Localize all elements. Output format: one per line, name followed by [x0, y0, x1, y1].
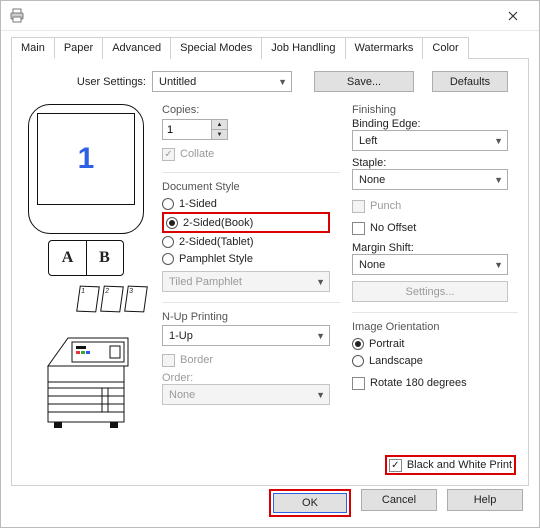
tab-watermarks[interactable]: Watermarks	[345, 37, 424, 59]
defaults-button[interactable]: Defaults	[432, 71, 508, 92]
help-button[interactable]: Help	[447, 489, 523, 511]
bw-print-checkbox[interactable]: ✓Black and White Print	[389, 457, 512, 473]
tab-main[interactable]: Main	[11, 37, 55, 59]
radio-2sided-tablet-label: 2-Sided(Tablet)	[179, 236, 254, 248]
nup-label: N-Up Printing	[162, 311, 340, 323]
ok-button[interactable]: OK	[273, 493, 347, 513]
rotate-checkbox[interactable]: Rotate 180 degrees	[352, 375, 518, 391]
user-settings-label: User Settings:	[22, 76, 152, 88]
punch-checkbox: Punch	[352, 198, 518, 214]
collate-label: Collate	[180, 148, 214, 160]
staple-label: Staple:	[352, 157, 518, 169]
user-settings-combo[interactable]: Untitled ▼	[152, 71, 292, 92]
radio-2sided-book-label: 2-Sided(Book)	[183, 217, 253, 229]
finishing-label: Finishing	[352, 104, 518, 116]
nup-value: 1-Up	[169, 330, 193, 342]
cancel-button[interactable]: Cancel	[361, 489, 437, 511]
order-label: Order:	[162, 372, 340, 384]
radio-portrait-label: Portrait	[369, 338, 404, 350]
staple-value: None	[359, 174, 385, 186]
bw-print-label: Black and White Print	[407, 459, 512, 471]
tab-special-modes[interactable]: Special Modes	[170, 37, 262, 59]
book-left: A	[49, 241, 86, 275]
chevron-down-icon: ▼	[494, 175, 503, 185]
radio-2sided-book[interactable]: 2-Sided(Book)	[166, 214, 326, 231]
margin-shift-label: Margin Shift:	[352, 242, 518, 254]
chevron-down-icon: ▼	[278, 77, 287, 87]
tab-advanced[interactable]: Advanced	[102, 37, 171, 59]
book-preview-icon: A B	[48, 240, 124, 276]
radio-pamphlet-label: Pamphlet Style	[179, 253, 253, 265]
copies-input[interactable]	[162, 119, 212, 140]
save-button[interactable]: Save...	[314, 71, 414, 92]
spin-down-icon[interactable]: ▼	[211, 129, 228, 140]
staple-combo[interactable]: None ▼	[352, 169, 508, 190]
border-checkbox: Border	[162, 352, 340, 368]
collate-checkbox: ✓Collate	[162, 146, 340, 162]
binding-edge-value: Left	[359, 135, 377, 147]
radio-pamphlet[interactable]: Pamphlet Style	[162, 250, 340, 267]
tab-color[interactable]: Color	[422, 37, 468, 59]
tab-paper[interactable]: Paper	[54, 37, 103, 59]
margin-shift-value: None	[359, 259, 385, 271]
copies-spinner[interactable]: ▲▼	[162, 119, 232, 140]
page-preview: 1	[28, 104, 144, 234]
book-right: B	[86, 241, 123, 275]
binding-edge-combo[interactable]: Left ▼	[352, 130, 508, 151]
radio-landscape[interactable]: Landscape	[352, 352, 518, 369]
chevron-down-icon: ▼	[494, 136, 503, 146]
tiled-pamphlet-value: Tiled Pamphlet	[169, 276, 242, 288]
printer-illustration-icon	[36, 326, 136, 432]
user-settings-value: Untitled	[159, 76, 196, 88]
margin-shift-combo[interactable]: None ▼	[352, 254, 508, 275]
order-combo: None ▼	[162, 384, 330, 405]
radio-portrait[interactable]: Portrait	[352, 335, 518, 352]
radio-landscape-label: Landscape	[369, 355, 423, 367]
tab-job-handling[interactable]: Job Handling	[261, 37, 345, 59]
radio-2sided-tablet[interactable]: 2-Sided(Tablet)	[162, 233, 340, 250]
border-label: Border	[180, 354, 213, 366]
binding-edge-label: Binding Edge:	[352, 118, 518, 130]
punch-label: Punch	[370, 200, 401, 212]
multi-page-icon: 123	[22, 286, 146, 312]
tab-bar: Main Paper Advanced Special Modes Job Ha…	[11, 37, 529, 59]
titlebar	[1, 1, 539, 31]
chevron-down-icon: ▼	[316, 331, 325, 341]
no-offset-label: No Offset	[370, 222, 416, 234]
printer-app-icon	[9, 8, 25, 24]
settings-button: Settings...	[352, 281, 508, 302]
copies-label: Copies:	[162, 104, 340, 116]
document-style-label: Document Style	[162, 181, 340, 193]
radio-1sided-label: 1-Sided	[179, 198, 217, 210]
order-value: None	[169, 389, 195, 401]
no-offset-checkbox[interactable]: No Offset	[352, 220, 518, 236]
highlight-ok-button: OK	[269, 489, 351, 517]
chevron-down-icon: ▼	[316, 390, 325, 400]
chevron-down-icon: ▼	[316, 277, 325, 287]
close-button[interactable]	[490, 2, 535, 30]
highlight-2sided-book: 2-Sided(Book)	[162, 212, 330, 233]
tiled-pamphlet-combo: Tiled Pamphlet ▼	[162, 271, 330, 292]
orientation-label: Image Orientation	[352, 321, 518, 333]
page-preview-number: 1	[78, 142, 95, 176]
nup-combo[interactable]: 1-Up ▼	[162, 325, 330, 346]
tab-panel-main: User Settings: Untitled ▼ Save... Defaul…	[11, 58, 529, 486]
rotate-label: Rotate 180 degrees	[370, 377, 467, 389]
radio-1sided[interactable]: 1-Sided	[162, 195, 340, 212]
highlight-bw-print: ✓Black and White Print	[385, 455, 516, 475]
chevron-down-icon: ▼	[494, 260, 503, 270]
